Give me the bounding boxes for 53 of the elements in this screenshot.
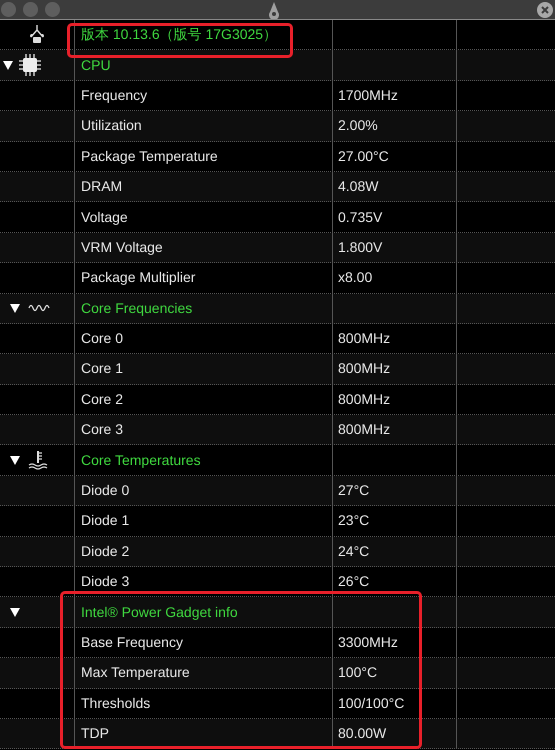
metric-value: 800MHz xyxy=(338,359,390,378)
metric-value: 80.00W xyxy=(338,724,386,744)
metric-value: 27°C xyxy=(338,481,370,500)
metric-value: 23°C xyxy=(338,511,370,530)
metric-label: Utilization xyxy=(81,116,142,136)
metric-label: Core 1 xyxy=(81,359,124,378)
group-title: Core Temperatures xyxy=(81,450,201,470)
metric-value: 800MHz xyxy=(338,390,390,409)
os-version-label: 版本 10.13.6（版号 17G3025） xyxy=(81,25,278,44)
metric-label: Core 3 xyxy=(81,420,124,440)
metric-label: Thresholds xyxy=(81,694,150,713)
metric-value: 800MHz xyxy=(338,329,390,348)
wave-icon xyxy=(28,303,50,314)
metric-label: Voltage xyxy=(81,208,128,227)
metric-label: Base Frequency xyxy=(81,633,183,652)
metric-label: Package Temperature xyxy=(81,146,218,166)
metric-value: 3300MHz xyxy=(338,633,398,652)
metric-label: Core 0 xyxy=(81,329,124,348)
metric-label: Max Temperature xyxy=(81,663,190,682)
pin-icon[interactable] xyxy=(268,2,280,19)
metric-label: VRM Voltage xyxy=(81,238,163,257)
metric-label: Diode 1 xyxy=(81,511,130,530)
metric-value: x8.00 xyxy=(338,268,372,288)
metric-label: Diode 0 xyxy=(81,481,130,500)
metric-label: Package Multiplier xyxy=(81,268,196,288)
metric-label: DRAM xyxy=(81,177,122,196)
metric-label: Diode 2 xyxy=(81,542,130,561)
metric-value: 24°C xyxy=(338,542,370,561)
metric-value: 27.00°C xyxy=(338,146,389,166)
thermometer-icon xyxy=(28,450,48,470)
metric-value: 2.00% xyxy=(338,116,378,136)
metric-value: 100/100°C xyxy=(338,694,404,713)
group-title: Intel® Power Gadget info xyxy=(81,602,238,622)
disclosure-triangle[interactable] xyxy=(10,608,20,617)
disclosure-triangle[interactable] xyxy=(10,304,20,313)
group-title: CPU xyxy=(81,56,111,75)
metric-value: 0.735V xyxy=(338,208,382,227)
metric-value: 800MHz xyxy=(338,420,390,440)
metric-value: 100°C xyxy=(338,663,378,682)
chip-icon xyxy=(19,54,41,76)
metric-label: TDP xyxy=(81,724,109,744)
metric-label: Diode 3 xyxy=(81,572,130,592)
metric-value: 1.800V xyxy=(338,238,382,257)
hook-icon xyxy=(29,24,45,45)
group-title: Core Frequencies xyxy=(81,298,192,318)
disclosure-triangle[interactable] xyxy=(10,456,20,465)
close-icon[interactable] xyxy=(537,2,553,18)
metric-value: 26°C xyxy=(338,572,370,592)
metric-label: Core 2 xyxy=(81,390,124,409)
metric-value: 1700MHz xyxy=(338,86,398,105)
disclosure-triangle[interactable] xyxy=(3,60,13,70)
metric-value: 4.08W xyxy=(338,177,378,196)
metric-label: Frequency xyxy=(81,86,148,105)
